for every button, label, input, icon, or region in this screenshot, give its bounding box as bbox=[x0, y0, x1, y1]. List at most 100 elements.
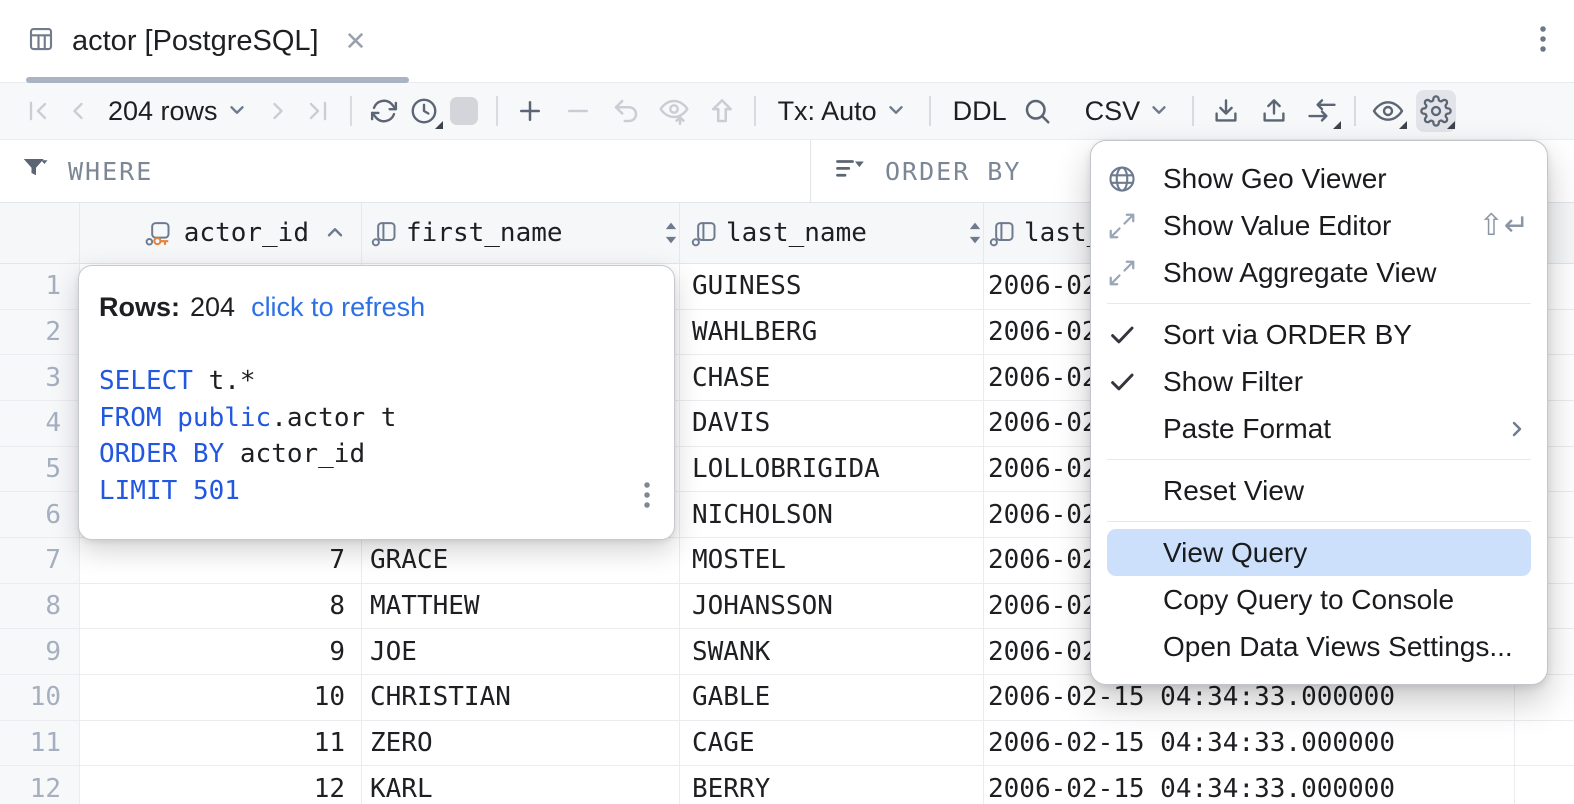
cell-last-name[interactable]: DAVIS bbox=[680, 401, 984, 447]
cell-actor-id[interactable]: 9 bbox=[80, 629, 362, 675]
toolbar-separator bbox=[350, 96, 352, 126]
row-number[interactable]: 4 bbox=[0, 401, 80, 447]
sort-both-icon[interactable] bbox=[663, 220, 679, 246]
cell-actor-id[interactable]: 8 bbox=[80, 584, 362, 630]
cell-last-name[interactable]: CHASE bbox=[680, 355, 984, 401]
page-size-dropdown[interactable]: 204 rows bbox=[98, 94, 258, 128]
export-format-dropdown[interactable]: CSV bbox=[1075, 94, 1181, 128]
tab-close-icon[interactable]: ✕ bbox=[345, 28, 367, 54]
menu-item-copy-query-to-console[interactable]: Copy Query to Console bbox=[1091, 576, 1547, 623]
sort-lines-icon bbox=[833, 154, 867, 189]
cell-actor-id[interactable]: 12 bbox=[80, 766, 362, 804]
row-number[interactable]: 11 bbox=[0, 721, 80, 767]
cell-last-name[interactable]: LOLLOBRIGIDA bbox=[680, 447, 984, 493]
row-number[interactable]: 5 bbox=[0, 447, 80, 493]
menu-item-reset-view[interactable]: Reset View bbox=[1091, 467, 1547, 514]
compare-icon[interactable] bbox=[1302, 90, 1342, 132]
popup-kebab-icon[interactable] bbox=[642, 480, 652, 515]
cell-actor-id[interactable]: 11 bbox=[80, 721, 362, 767]
menu-item-view-query[interactable]: View Query bbox=[1107, 529, 1531, 576]
tab-actor-postgresql[interactable]: actor [PostgreSQL] ✕ bbox=[26, 0, 374, 82]
cell-first-name[interactable]: MATTHEW bbox=[362, 584, 680, 630]
cell-first-name[interactable]: KARL bbox=[362, 766, 680, 804]
menu-item-label: Sort via ORDER BY bbox=[1163, 319, 1529, 351]
tx-mode-dropdown[interactable]: Tx: Auto bbox=[768, 94, 917, 128]
cell-last-name[interactable]: GUINESS bbox=[680, 264, 984, 310]
cell-filler bbox=[1515, 766, 1574, 804]
cell-last-name[interactable]: WAHLBERG bbox=[680, 310, 984, 356]
cell-last-name[interactable]: CAGE bbox=[680, 721, 984, 767]
next-page-icon[interactable] bbox=[258, 90, 298, 132]
refresh-link[interactable]: click to refresh bbox=[251, 292, 425, 323]
table-grid-icon bbox=[26, 24, 56, 59]
cell-last-name[interactable]: GABLE bbox=[680, 675, 984, 721]
cell-actor-id[interactable]: 7 bbox=[80, 538, 362, 584]
menu-separator bbox=[1107, 459, 1531, 460]
row-number[interactable]: 2 bbox=[0, 310, 80, 356]
stop-icon[interactable] bbox=[444, 90, 484, 132]
add-row-icon[interactable] bbox=[510, 90, 550, 132]
cell-last-update[interactable]: 2006-02-15 04:34:33.000000 bbox=[984, 721, 1515, 767]
delete-row-icon[interactable] bbox=[558, 90, 598, 132]
cell-actor-id[interactable]: 10 bbox=[80, 675, 362, 721]
cell-last-update[interactable]: 2006-02-15 04:34:33.000000 bbox=[984, 766, 1515, 804]
menu-item-label: Reset View bbox=[1163, 475, 1529, 507]
row-number[interactable]: 7 bbox=[0, 538, 80, 584]
row-number[interactable]: 9 bbox=[0, 629, 80, 675]
header-gutter[interactable] bbox=[0, 203, 80, 263]
menu-item-open-data-views-settings[interactable]: Open Data Views Settings... bbox=[1091, 623, 1547, 670]
submit-icon[interactable] bbox=[702, 90, 742, 132]
eye-icon[interactable] bbox=[1368, 90, 1408, 132]
undo-icon[interactable] bbox=[606, 90, 646, 132]
menu-item-show-aggregate-view[interactable]: Show Aggregate View bbox=[1091, 249, 1547, 296]
upload-icon[interactable] bbox=[1254, 90, 1294, 132]
where-filter-input[interactable]: WHERE bbox=[0, 140, 810, 202]
row-number[interactable]: 1 bbox=[0, 264, 80, 310]
sort-asc-icon[interactable] bbox=[323, 221, 347, 245]
row-number[interactable]: 10 bbox=[0, 675, 80, 721]
cell-first-name[interactable]: GRACE bbox=[362, 538, 680, 584]
download-icon[interactable] bbox=[1206, 90, 1246, 132]
sql-query-text: SELECT t.*FROM public.actor tORDER BY ac… bbox=[99, 363, 654, 509]
prev-page-icon[interactable] bbox=[58, 90, 98, 132]
row-number[interactable]: 3 bbox=[0, 355, 80, 401]
menu-item-show-value-editor[interactable]: Show Value Editor⇧↵ bbox=[1091, 202, 1547, 249]
column-icon bbox=[988, 219, 1016, 247]
column-header-actor-id[interactable]: actor_id bbox=[80, 203, 362, 263]
sql-line: SELECT t.* bbox=[99, 363, 654, 400]
search-icon[interactable] bbox=[1017, 90, 1057, 132]
column-icon bbox=[370, 219, 398, 247]
column-header-first-name[interactable]: first_name bbox=[362, 203, 680, 263]
tab-bar-kebab-icon[interactable] bbox=[1538, 24, 1548, 59]
geo-viewer-icon bbox=[1107, 164, 1163, 194]
gear-icon[interactable] bbox=[1416, 90, 1456, 132]
ddl-button[interactable]: DDL bbox=[943, 96, 1017, 127]
history-icon[interactable] bbox=[404, 90, 444, 132]
cell-first-name[interactable]: JOE bbox=[362, 629, 680, 675]
menu-item-label: Paste Format bbox=[1163, 413, 1505, 445]
cell-first-name[interactable]: CHRISTIAN bbox=[362, 675, 680, 721]
toolbar-separator bbox=[496, 96, 498, 126]
menu-item-show-filter[interactable]: Show Filter bbox=[1091, 358, 1547, 405]
menu-item-show-geo-viewer[interactable]: Show Geo Viewer bbox=[1091, 155, 1547, 202]
cell-last-name[interactable]: SWANK bbox=[680, 629, 984, 675]
cell-last-name[interactable]: MOSTEL bbox=[680, 538, 984, 584]
column-header-last-name[interactable]: last_name bbox=[680, 203, 984, 263]
row-number[interactable]: 6 bbox=[0, 492, 80, 538]
sql-line: LIMIT 501 bbox=[99, 473, 654, 510]
sort-both-icon[interactable] bbox=[967, 220, 983, 246]
menu-item-paste-format[interactable]: Paste Format bbox=[1091, 405, 1547, 452]
last-page-icon[interactable] bbox=[298, 90, 338, 132]
menu-item-label: Show Value Editor bbox=[1163, 210, 1479, 242]
cell-last-name[interactable]: BERRY bbox=[680, 766, 984, 804]
row-number[interactable]: 8 bbox=[0, 584, 80, 630]
preview-changes-icon[interactable] bbox=[654, 90, 694, 132]
cell-last-name[interactable]: JOHANSSON bbox=[680, 584, 984, 630]
refresh-icon[interactable] bbox=[364, 90, 404, 132]
menu-item-sort-via-order-by[interactable]: Sort via ORDER BY bbox=[1091, 311, 1547, 358]
first-page-icon[interactable] bbox=[18, 90, 58, 132]
tx-mode-label: Tx: Auto bbox=[778, 96, 877, 127]
row-number[interactable]: 12 bbox=[0, 766, 80, 804]
cell-first-name[interactable]: ZERO bbox=[362, 721, 680, 767]
cell-last-name[interactable]: NICHOLSON bbox=[680, 492, 984, 538]
